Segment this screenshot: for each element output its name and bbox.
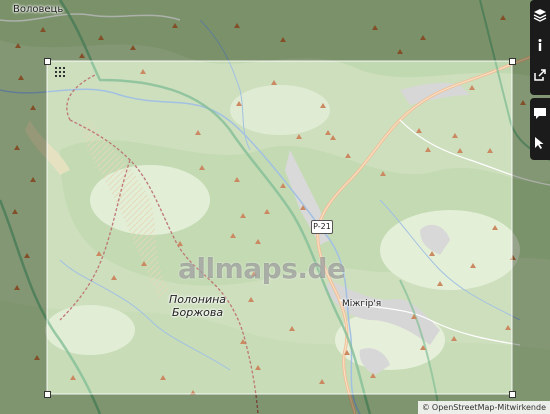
pointer-icon <box>535 137 544 149</box>
place-label-line-1: Полонина <box>169 293 227 306</box>
toolbar-top <box>530 0 550 95</box>
attribution-link[interactable]: OpenStreetMap-Mitwirkende <box>432 403 546 412</box>
info-icon <box>538 39 542 51</box>
place-label-volovets: Воловець <box>13 4 64 15</box>
info-button[interactable] <box>530 30 550 60</box>
map-canvas[interactable] <box>0 0 550 414</box>
frame-handle-bottom-right[interactable] <box>509 391 516 398</box>
road-shield-p21: P-21 <box>311 220 333 234</box>
frame-handle-top-left[interactable] <box>44 58 51 65</box>
layers-button[interactable] <box>530 0 550 30</box>
watermark: allmaps.de <box>178 252 346 285</box>
map-attribution: © OpenStreetMap-Mitwirkende <box>417 401 550 414</box>
grid-icon[interactable] <box>55 67 65 77</box>
share-icon <box>534 69 546 81</box>
place-label-mizhhiria: Міжгір'я <box>342 299 382 309</box>
share-button[interactable] <box>530 60 550 90</box>
frame-handle-top-right[interactable] <box>509 58 516 65</box>
comment-button[interactable] <box>530 98 550 128</box>
place-label-line-2: Боржова <box>171 306 224 319</box>
place-label-polonyna-borzhava: Полонина Боржова <box>169 293 226 319</box>
copyright-symbol: © <box>421 403 430 412</box>
toolbar-bottom <box>530 98 550 160</box>
comment-icon <box>534 108 546 119</box>
frame-handle-bottom-left[interactable] <box>44 391 51 398</box>
layers-icon <box>533 9 547 22</box>
pointer-button[interactable] <box>530 128 550 158</box>
